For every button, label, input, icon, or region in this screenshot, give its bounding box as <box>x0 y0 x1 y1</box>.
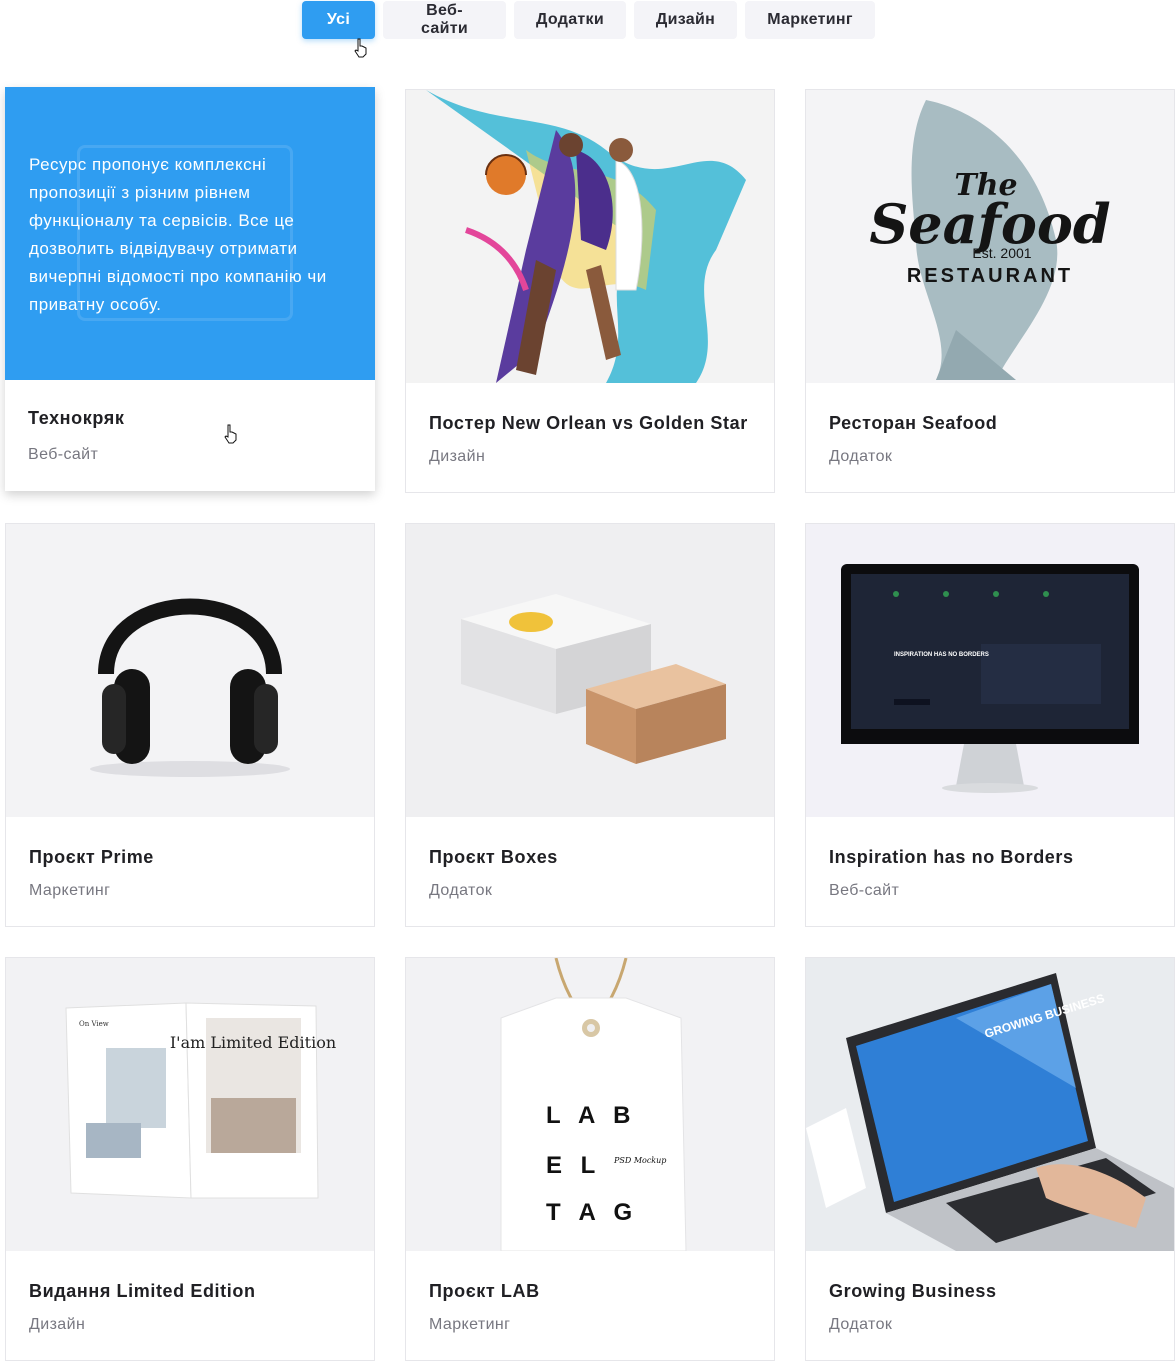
seafood-est-text: Est. 2001 <box>972 245 1031 261</box>
card-thumbnail <box>406 90 774 383</box>
card-thumbnail: INSPIRATION HAS NO BORDERS <box>806 524 1174 817</box>
card-category: Додаток <box>829 448 893 465</box>
label-tag-image: L A B E L PSD Mockup T A G <box>500 958 687 1251</box>
card-thumbnail: Ресурс пропонує комплексні пропозиції з … <box>5 87 375 380</box>
card-title[interactable]: Ресторан Seafood <box>829 413 997 434</box>
hand-cursor-icon <box>224 424 237 444</box>
card-title[interactable]: Проєкт LAB <box>429 1281 540 1302</box>
boxes-image <box>461 594 726 764</box>
portfolio-card-lab[interactable]: L A B E L PSD Mockup T A G Проєкт LAB Ма… <box>405 957 775 1361</box>
card-thumbnail <box>406 524 774 817</box>
card-title[interactable]: Проєкт Prime <box>29 847 154 868</box>
magazine-page-title: On View <box>79 1020 109 1028</box>
monitor-headline-text: INSPIRATION HAS NO BORDERS <box>894 652 989 658</box>
portfolio-filter-bar: Усі Веб-сайти Додатки Дизайн Маркетинг <box>302 1 875 39</box>
magazine-cover-text: I'am Limited Edition <box>170 1033 336 1052</box>
portfolio-card-seafood[interactable]: The Seafood Est. 2001 RESTAURANT Рестора… <box>805 89 1175 493</box>
laptop-image: GROWING BUSINESS <box>806 973 1174 1251</box>
card-title[interactable]: Видання Limited Edition <box>29 1281 256 1302</box>
card-category: Маркетинг <box>29 882 111 899</box>
monitor-image: INSPIRATION HAS NO BORDERS <box>841 564 1139 793</box>
card-category: Веб-сайт <box>28 446 99 463</box>
card-thumbnail: The Seafood Est. 2001 RESTAURANT <box>806 90 1174 383</box>
card-title[interactable]: Постер New Orlean vs Golden Star <box>429 413 748 434</box>
seafood-logo-image: The Seafood Est. 2001 RESTAURANT <box>869 100 1111 380</box>
headphones-image <box>90 598 290 777</box>
card-thumbnail <box>6 524 374 817</box>
portfolio-card-growing-business[interactable]: GROWING BUSINESS Growing Business Додато… <box>805 957 1175 1361</box>
card-category: Маркетинг <box>429 1316 511 1333</box>
filter-apps-button[interactable]: Додатки <box>514 1 626 39</box>
tag-line-2: E L <box>546 1152 601 1179</box>
filter-marketing-button[interactable]: Маркетинг <box>745 1 875 39</box>
card-title[interactable]: Технокряк <box>28 408 124 429</box>
filter-all-button[interactable]: Усі <box>302 1 375 39</box>
card-category: Додаток <box>829 1316 893 1333</box>
card-category: Додаток <box>429 882 493 899</box>
card-thumbnail: L A B E L PSD Mockup T A G <box>406 958 774 1251</box>
tag-side-text: PSD Mockup <box>613 1156 666 1165</box>
card-category: Дизайн <box>29 1316 86 1333</box>
basketball-poster-image <box>426 90 746 383</box>
card-title[interactable]: Inspiration has no Borders <box>829 847 1074 868</box>
magazine-image: On View I'am Limited Edition <box>65 1002 336 1199</box>
portfolio-card-poster[interactable]: Постер New Orlean vs Golden Star Дизайн <box>405 89 775 493</box>
card-category: Веб-сайт <box>829 882 900 899</box>
card-hover-overlay: Ресурс пропонує комплексні пропозиції з … <box>5 87 375 380</box>
portfolio-card-inspiration[interactable]: INSPIRATION HAS NO BORDERS Inspiration h… <box>805 523 1175 927</box>
card-thumbnail: GROWING BUSINESS <box>806 958 1174 1251</box>
portfolio-card-technokryak[interactable]: Ресурс пропонує комплексні пропозиції з … <box>5 87 375 491</box>
card-title[interactable]: Growing Business <box>829 1281 997 1302</box>
tag-line-1: L A B <box>546 1102 636 1129</box>
portfolio-card-prime[interactable]: Проєкт Prime Маркетинг <box>5 523 375 927</box>
filter-websites-button[interactable]: Веб-сайти <box>383 1 506 39</box>
filter-design-button[interactable]: Дизайн <box>634 1 737 39</box>
card-title[interactable]: Проєкт Boxes <box>429 847 558 868</box>
card-thumbnail: On View I'am Limited Edition <box>6 958 374 1251</box>
card-category: Дизайн <box>429 448 486 465</box>
portfolio-card-boxes[interactable]: Проєкт Boxes Додаток <box>405 523 775 927</box>
portfolio-card-limited-edition[interactable]: On View I'am Limited Edition Видання Lim… <box>5 957 375 1361</box>
card-overlay-description: Ресурс пропонує комплексні пропозиції з … <box>29 155 327 314</box>
hand-cursor-icon <box>354 38 367 58</box>
seafood-restaurant-text: RESTAURANT <box>907 265 1073 287</box>
tag-line-3: T A G <box>546 1199 638 1226</box>
